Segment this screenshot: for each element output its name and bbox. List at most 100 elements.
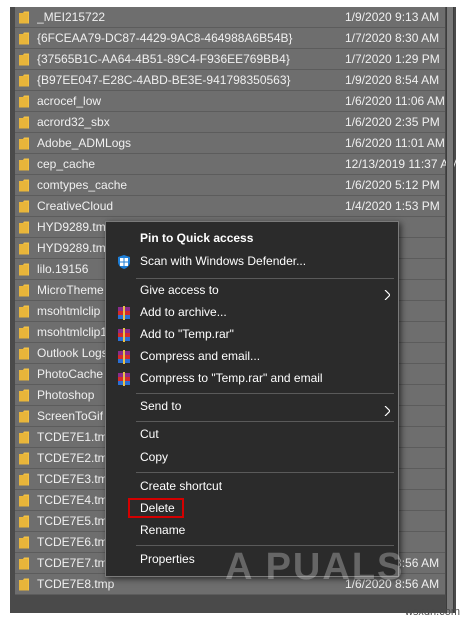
file-name: Photoshop <box>37 388 95 402</box>
menu-item-label: Rename <box>140 523 186 537</box>
menu-item-label: Give access to <box>140 283 219 297</box>
file-name: CreativeCloud <box>37 199 114 213</box>
menu-item-label: Scan with Windows Defender... <box>140 254 307 268</box>
file-name: TCDE7E2.tmp <box>37 451 115 465</box>
winrar-icon <box>117 349 131 364</box>
menu-item-label: Copy <box>140 450 169 464</box>
folder-icon <box>18 451 30 465</box>
file-name: cep_cache <box>37 157 96 171</box>
file-date-modified: 1/7/2020 1:29 PM <box>345 52 440 66</box>
winrar-icon <box>117 327 131 342</box>
chevron-right-icon <box>384 401 391 417</box>
file-date-modified: 1/6/2020 11:01 AM <box>345 136 445 150</box>
file-date-modified: 1/6/2020 2:35 PM <box>345 115 440 129</box>
file-name: _MEI215722 <box>37 10 106 24</box>
file-name: HYD9289.tmp <box>37 241 113 255</box>
folder-icon <box>18 10 30 24</box>
menu-item-label: Compress to "Temp.rar" and email <box>140 371 323 385</box>
file-name: lilo.19156 <box>37 262 89 276</box>
file-name: TCDE7E4.tmp <box>37 493 115 507</box>
winrar-icon <box>117 305 131 320</box>
file-name: {B97EE047-E28C-4ABD-BE3E-941798350563} <box>37 73 291 87</box>
vertical-scrollbar[interactable] <box>446 7 454 613</box>
folder-icon <box>18 220 30 234</box>
menu-item-add-to-archive[interactable]: Add to archive... <box>106 301 398 323</box>
menu-item-scan-defender[interactable]: Scan with Windows Defender... <box>106 250 398 272</box>
file-date-modified: 1/4/2020 1:53 PM <box>345 199 440 213</box>
menu-item-label: Add to "Temp.rar" <box>140 327 234 341</box>
file-date-modified: 1/6/2020 11:06 AM <box>345 94 445 108</box>
file-name: TCDE7E3.tmp <box>37 472 115 486</box>
folder-icon <box>18 241 30 255</box>
file-name: Adobe_ADMLogs <box>37 136 132 150</box>
menu-item-pin-to-quick-access[interactable]: Pin to Quick access <box>106 227 398 249</box>
menu-item-compress-to-temp-rar-email[interactable]: Compress to "Temp.rar" and email <box>106 367 398 389</box>
folder-icon <box>18 535 30 549</box>
file-name: msohtmlclip1 <box>37 325 108 339</box>
file-row[interactable]: Adobe_ADMLogs 1/6/2020 11:01 AM <box>15 133 445 154</box>
menu-item-rename[interactable]: Rename <box>106 519 398 541</box>
file-name: TCDE7E8.tmp <box>37 577 115 591</box>
file-explorer-window: _MEI215722 1/9/2020 9:13 AM {6FCEAA79-DC87… <box>10 7 456 613</box>
file-row[interactable]: {37565B1C-AA64-4B51-89C4-F936EE769BB4} 1/… <box>15 49 445 70</box>
file-date-modified: 1/9/2020 8:54 AM <box>345 73 440 87</box>
menu-item-give-access-to[interactable]: Give access to <box>106 279 398 301</box>
folder-icon <box>18 430 30 444</box>
file-date-modified: 1/9/2020 9:13 AM <box>345 10 440 24</box>
file-name: TCDE7E5.tmp <box>37 514 115 528</box>
file-name: TCDE7E6.tmp <box>37 535 115 549</box>
folder-icon <box>18 136 30 150</box>
folder-icon <box>18 304 30 318</box>
menu-item-label: Create shortcut <box>140 479 223 493</box>
folder-icon <box>18 514 30 528</box>
menu-item-label: Compress and email... <box>140 349 261 363</box>
file-name: {37565B1C-AA64-4B51-89C4-F936EE769BB4} <box>37 52 290 66</box>
folder-icon <box>18 346 30 360</box>
file-row[interactable]: {6FCEAA79-DC87-4429-9AC8-464988A6B54B} 1/… <box>15 28 445 49</box>
delete-highlight-box <box>128 498 184 518</box>
file-name: acrord32_sbx <box>37 115 110 129</box>
chevron-right-icon <box>384 285 391 301</box>
file-name: msohtmlclip <box>37 304 101 318</box>
menu-item-compress-and-email[interactable]: Compress and email... <box>106 345 398 367</box>
file-row[interactable]: {B97EE047-E28C-4ABD-BE3E-941798350563} 1/… <box>15 70 445 91</box>
appuals-watermark: A PUALS <box>225 546 405 588</box>
file-row[interactable]: comtypes_cache 1/6/2020 5:12 PM <box>15 175 445 196</box>
file-name: MicroTheme <box>37 283 104 297</box>
menu-item-add-to-temp-rar[interactable]: Add to "Temp.rar" <box>106 323 398 345</box>
file-date-modified: 1/6/2020 5:12 PM <box>345 178 440 192</box>
scrollbar-thumb[interactable] <box>447 7 453 613</box>
file-row[interactable]: acrord32_sbx 1/6/2020 2:35 PM <box>15 112 445 133</box>
folder-icon <box>18 73 30 87</box>
folder-icon <box>18 493 30 507</box>
menu-item-label: Send to <box>140 399 182 413</box>
folder-icon <box>18 283 30 297</box>
winrar-icon <box>117 371 131 386</box>
folder-icon <box>18 199 30 213</box>
folder-icon <box>18 115 30 129</box>
file-name: Outlook Logs <box>37 346 108 360</box>
menu-item-create-shortcut[interactable]: Create shortcut <box>106 475 398 497</box>
folder-icon <box>18 577 30 591</box>
file-date-modified: 12/13/2019 11:37 AM <box>345 157 456 171</box>
menu-item-copy[interactable]: Copy <box>106 446 398 468</box>
menu-item-send-to[interactable]: Send to <box>106 395 398 417</box>
file-name: ScreenToGif <box>37 409 104 423</box>
context-menu: Pin to Quick access Scan with Windows De… <box>105 221 399 577</box>
file-row[interactable]: CreativeCloud 1/4/2020 1:53 PM <box>15 196 445 217</box>
site-credit: wsxdn.com <box>404 606 460 618</box>
folder-icon <box>18 472 30 486</box>
file-name: TCDE7E7.tmp <box>37 556 115 570</box>
folder-icon <box>18 388 30 402</box>
menu-item-cut[interactable]: Cut <box>106 423 398 445</box>
file-row[interactable]: acrocef_low 1/6/2020 11:06 AM <box>15 91 445 112</box>
file-name: comtypes_cache <box>37 178 128 192</box>
folder-icon <box>18 409 30 423</box>
folder-icon <box>18 262 30 276</box>
menu-separator <box>136 472 394 473</box>
file-row[interactable]: _MEI215722 1/9/2020 9:13 AM <box>15 7 445 28</box>
file-row[interactable]: cep_cache 12/13/2019 11:37 AM <box>15 154 456 175</box>
folder-icon <box>18 325 30 339</box>
file-name: acrocef_low <box>37 94 102 108</box>
folder-icon <box>18 94 30 108</box>
